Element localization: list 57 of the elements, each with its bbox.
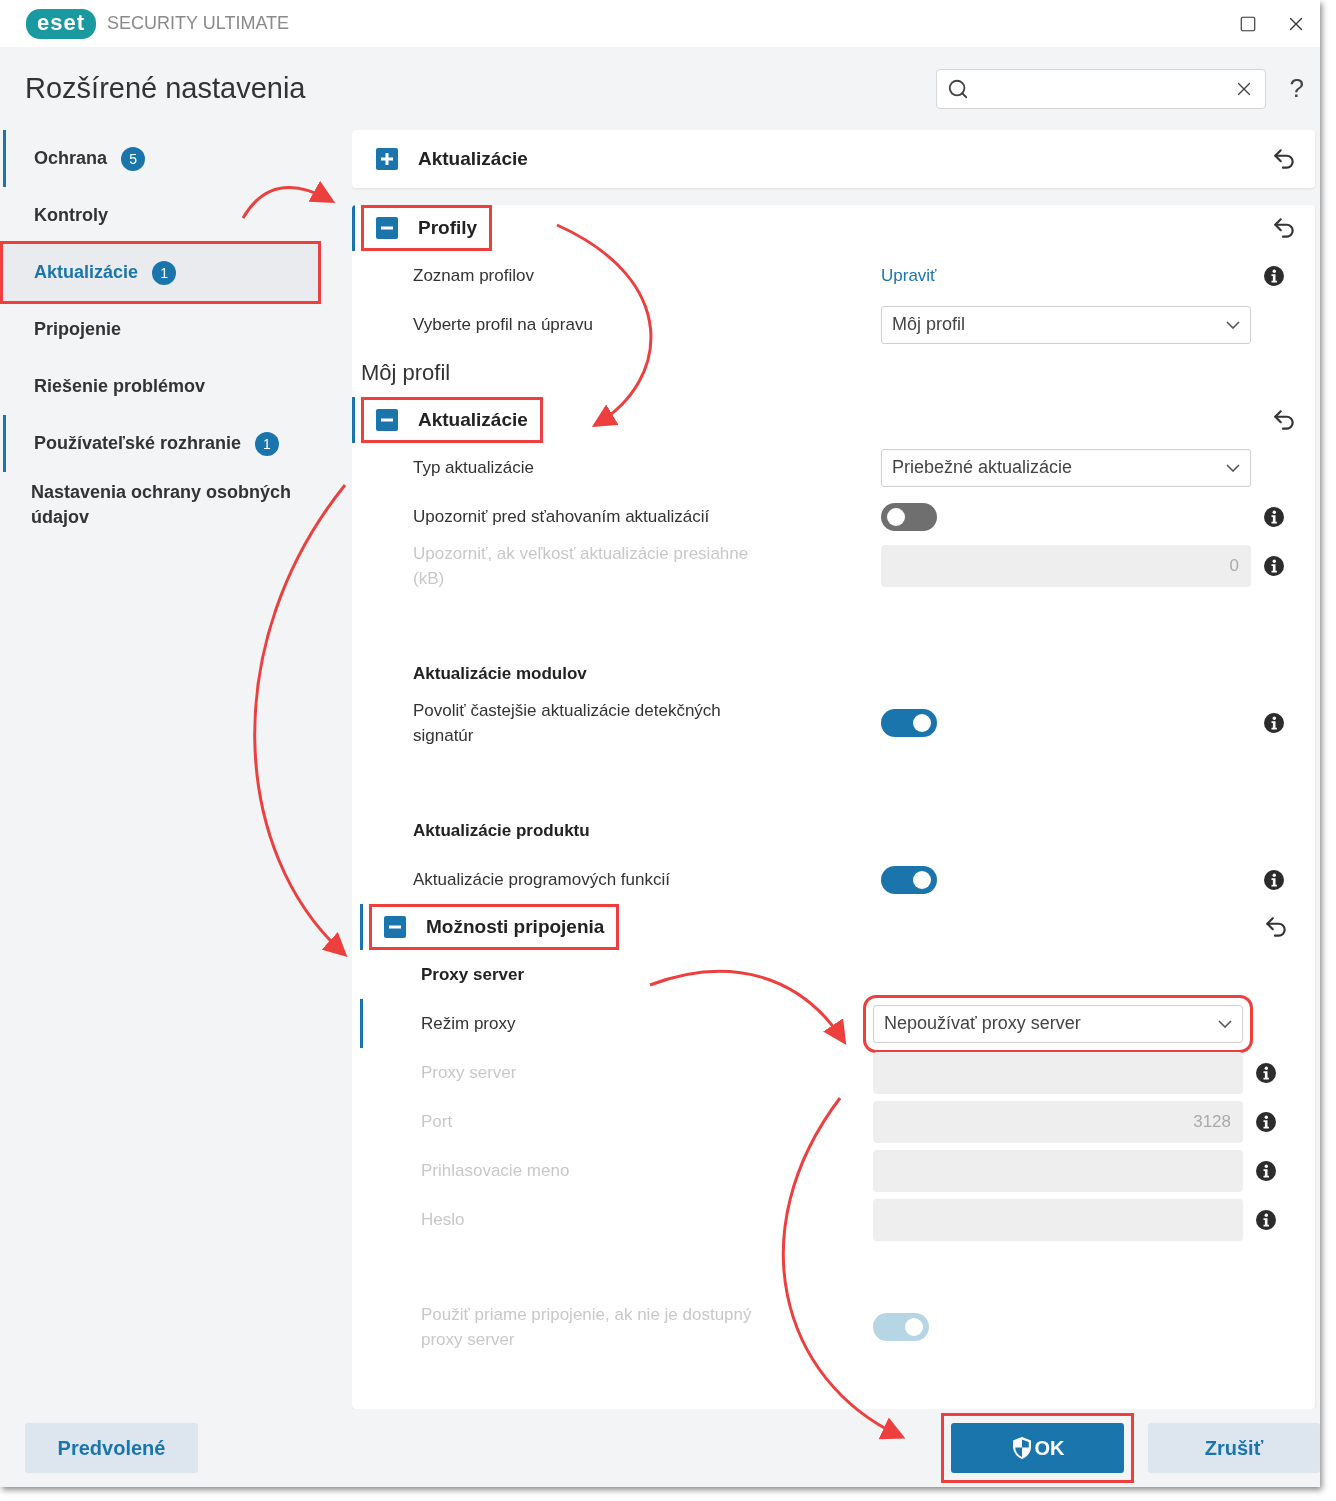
undo-icon[interactable]: [1271, 146, 1297, 172]
info-icon[interactable]: [1264, 265, 1284, 286]
count-badge: 1: [255, 431, 279, 456]
undo-icon[interactable]: [1263, 914, 1289, 940]
collapse-icon[interactable]: [376, 409, 398, 431]
setting-label: Typ aktualizácie: [413, 457, 535, 479]
sidebar-item[interactable]: Pripojenie: [3, 301, 318, 358]
collapse-icon[interactable]: [384, 916, 406, 938]
sidebar-item[interactable]: Ochrana 5: [3, 130, 318, 187]
section-title: Aktualizácie: [418, 409, 528, 431]
info-icon[interactable]: [1264, 506, 1284, 527]
count-badge: 1: [152, 260, 177, 285]
toggle-switch[interactable]: [881, 865, 937, 894]
chevron-down-icon: [1218, 1019, 1232, 1028]
default-button[interactable]: Predvolené: [25, 1423, 198, 1473]
search-field[interactable]: [935, 68, 1266, 109]
cancel-button[interactable]: Zrušiť: [1148, 1423, 1320, 1473]
count-badge: 5: [121, 146, 146, 171]
edit-link[interactable]: Upraviť: [881, 265, 937, 285]
sidebar-item[interactable]: Kontroly: [3, 187, 318, 244]
setting-label: Režim proxy: [421, 1013, 517, 1035]
sidebar-item[interactable]: Používateľské rozhranie 1: [3, 415, 318, 472]
setting-label: Zoznam profilov: [413, 265, 535, 287]
group-heading: Aktualizácie produktu: [412, 819, 591, 842]
shield-icon: [1010, 1436, 1033, 1460]
collapse-icon[interactable]: [376, 217, 398, 239]
expand-icon[interactable]: [376, 148, 398, 170]
info-icon[interactable]: [1264, 713, 1284, 733]
sidebar-item[interactable]: Riešenie problémov: [3, 358, 318, 415]
undo-icon[interactable]: [1271, 215, 1297, 241]
section-title: Profily: [418, 217, 478, 239]
maximize-icon[interactable]: [1239, 14, 1257, 33]
dropdown[interactable]: Priebežné aktualizácie: [881, 448, 1251, 487]
setting-label: Povoliť častejšie aktualizácie detekčných signatúr: [413, 700, 722, 747]
logo: eset: [26, 8, 97, 39]
search-icon: [946, 77, 969, 100]
product-name: SECURITY ULTIMATE: [107, 13, 291, 34]
sidebar-item[interactable]: Aktualizácie 1: [3, 244, 318, 301]
ok-button[interactable]: OK: [951, 1423, 1124, 1473]
profile-heading: Môj profil: [360, 359, 452, 387]
page-title: Rozšírené nastavenia: [25, 72, 307, 105]
setting-label: Vyberte profil na úpravu: [413, 314, 594, 336]
toggle-switch[interactable]: [881, 502, 937, 531]
toggle-switch[interactable]: [881, 709, 937, 737]
setting-label: Aktualizácie programových funkcií: [413, 869, 671, 891]
setting-label: Upozorniť pred sťahovaním aktualizácií: [413, 506, 711, 528]
dropdown[interactable]: Môj profil: [881, 305, 1251, 344]
chevron-down-icon: [1226, 463, 1240, 472]
group-heading: Aktualizácie modulov: [412, 662, 588, 685]
chevron-down-icon: [1226, 320, 1240, 329]
section-title: Možnosti pripojenia: [426, 916, 605, 938]
help-icon[interactable]: ?: [1289, 73, 1304, 104]
group-heading: Proxy server: [420, 963, 526, 986]
undo-icon[interactable]: [1271, 407, 1297, 433]
sidebar-item[interactable]: Nastavenia ochrany osobných údajov: [3, 472, 318, 530]
section-title: Aktualizácie: [418, 148, 528, 170]
info-icon[interactable]: [1264, 869, 1284, 890]
